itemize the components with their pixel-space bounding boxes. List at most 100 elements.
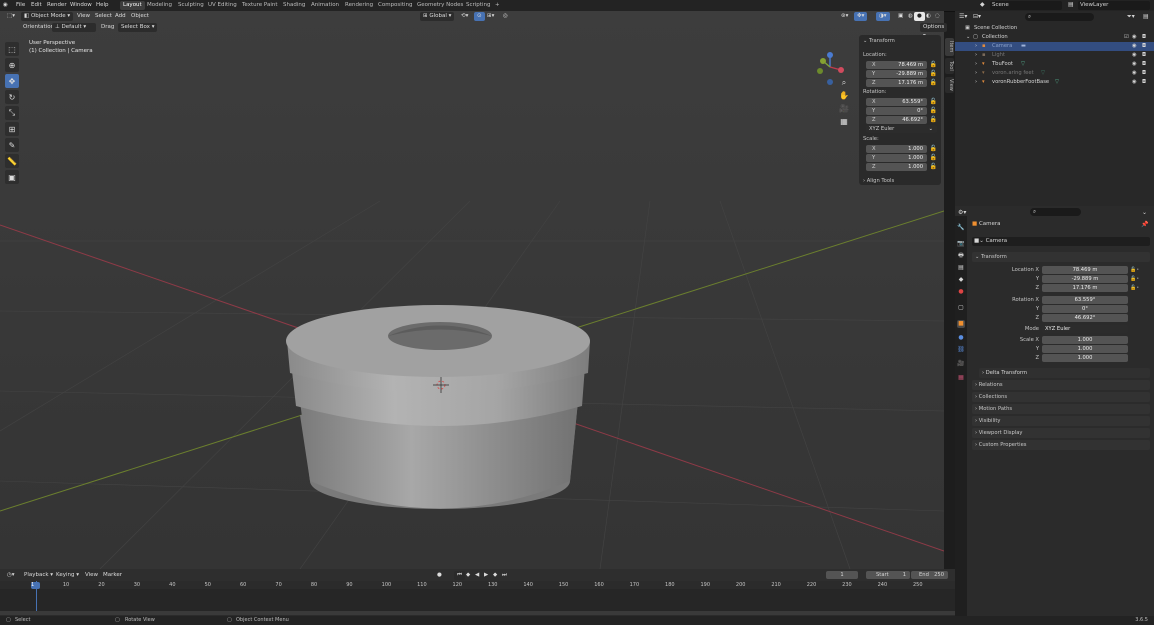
menu-playback[interactable]: Playback ▾ [21, 571, 56, 580]
add-workspace-icon[interactable]: + [492, 1, 503, 10]
relations-panel[interactable]: › Relations [972, 380, 1150, 390]
perspective-toggle-icon[interactable]: ▦ [838, 117, 850, 130]
lock-icon[interactable]: 🔓 [930, 79, 937, 87]
tab-view[interactable]: View [945, 77, 954, 93]
filter-icon[interactable]: ⏷▾ [1127, 13, 1135, 21]
new-collection-icon[interactable]: ▤ [1143, 13, 1149, 20]
pan-hand-icon[interactable]: ✋ [838, 91, 850, 104]
expand-icon[interactable]: › [975, 51, 977, 60]
tab-modeling[interactable]: Modeling [144, 1, 175, 10]
drag-dropdown[interactable]: Select Box ▾ [118, 23, 158, 32]
tab-rendering[interactable]: Rendering [342, 1, 376, 10]
outliner-item-voron-feet[interactable]: › ▾ voron.aring feet ▽ ◉ ◘ [955, 69, 1154, 78]
menu-file[interactable]: File [16, 2, 25, 8]
expand-icon[interactable]: › [975, 60, 977, 69]
eye-icon[interactable]: ◉ [1132, 33, 1137, 42]
camera-render-icon[interactable]: ◘ [1142, 42, 1146, 51]
mode-selector[interactable]: ◧ Object Mode ▾ [21, 12, 74, 21]
object-datablock-field[interactable]: ■⌄ Camera [972, 237, 1150, 246]
prop-value[interactable]: 1.000 [1042, 354, 1128, 362]
3d-viewport[interactable] [0, 11, 944, 569]
expand-icon[interactable]: › [975, 69, 977, 78]
cursor-tool-icon[interactable]: ⊕ [5, 58, 19, 72]
options-dropdown[interactable]: Options ▾ [920, 23, 948, 39]
menu-keying[interactable]: Keying ▾ [53, 571, 82, 580]
camera-render-icon[interactable]: ◘ [1142, 69, 1146, 78]
outliner-collection[interactable]: ⌄ ▢ Collection ☑ ◉ ◘ [955, 33, 1154, 42]
scale-tool-icon[interactable]: ⤡ [5, 106, 19, 120]
lock-icon[interactable]: 🔓 [930, 163, 937, 171]
tab-compositing[interactable]: Compositing [375, 1, 415, 10]
jump-end-icon[interactable]: ⏭ [499, 571, 510, 580]
tab-layout[interactable]: Layout [120, 1, 145, 10]
npanel-rotation-x[interactable]: X 63.559° 🔓 [863, 98, 937, 106]
npanel-rotation-mode[interactable]: XYZ Euler ⌄ [863, 125, 937, 133]
expand-icon[interactable]: › [975, 42, 977, 51]
outliner-search-input[interactable]: ⌕ [1025, 13, 1094, 21]
outliner-scene-collection[interactable]: ▣ Scene Collection [955, 24, 1154, 33]
eye-icon[interactable]: ◉ [1132, 69, 1137, 78]
start-frame-field[interactable]: Start 1 [866, 571, 910, 579]
outliner-item-voron-rubber[interactable]: › ▾ voronRubberFootBase ▽ ◉ ◘ [955, 78, 1154, 87]
texture-tab-icon[interactable]: ▦ [957, 374, 965, 382]
properties-options-icon[interactable]: ⌄ [1142, 209, 1147, 216]
transform-tool-icon[interactable]: ⊞ [5, 122, 19, 136]
menu-view[interactable]: View [74, 12, 93, 21]
eye-icon[interactable]: ◉ [1132, 60, 1137, 69]
timeline-scrollbar[interactable] [0, 611, 955, 615]
transform-panel-header[interactable]: ⌄ Transform [972, 252, 1150, 262]
end-frame-field[interactable]: End 250 [911, 571, 948, 579]
tab-geometry-nodes[interactable]: Geometry Nodes [414, 1, 466, 10]
menu-object[interactable]: Object [128, 12, 152, 21]
npanel-rotation-z[interactable]: Z 46.692° 🔓 [863, 116, 937, 124]
record-icon[interactable]: ● [434, 571, 445, 580]
timeline-editor-icon[interactable]: ◷▾ [4, 571, 18, 580]
outliner-editor-icon[interactable]: ☰▾ [959, 13, 967, 20]
menu-marker[interactable]: Marker [100, 571, 125, 580]
npanel-scale-z[interactable]: Z 1.000 🔓 [863, 163, 937, 171]
lock-icon[interactable]: 🔓 [930, 61, 937, 69]
prop-value[interactable]: -29.889 m [1042, 275, 1128, 283]
npanel-scale-y[interactable]: Y 1.000 🔓 [863, 154, 937, 162]
lock-icon[interactable]: 🔓 [930, 145, 937, 153]
menu-edit[interactable]: Edit [31, 2, 42, 8]
motion-paths-panel[interactable]: › Motion Paths [972, 404, 1150, 414]
properties-search-input[interactable]: ⌕ [1030, 208, 1081, 216]
camera-render-icon[interactable]: ◘ [1142, 78, 1146, 87]
eye-icon[interactable]: ◉ [1132, 78, 1137, 87]
timeline-track[interactable] [0, 589, 955, 611]
lock-icon[interactable]: 🔓 [930, 98, 937, 106]
overlay-toggle-icon[interactable]: ◑▾ [876, 12, 890, 21]
current-frame-field[interactable]: 1 [826, 571, 858, 579]
npanel-rotation-y[interactable]: Y 0° 🔓 [863, 107, 937, 115]
npanel-location-x[interactable]: X 78.469 m 🔓 [863, 61, 937, 69]
tab-uv-editing[interactable]: UV Editing [205, 1, 240, 10]
menu-render[interactable]: Render [47, 2, 67, 8]
outliner-item-camera[interactable]: › ▪ Camera ▬ ◉ ◘ [955, 42, 1154, 51]
expand-icon[interactable]: › [975, 78, 977, 87]
checkbox-icon[interactable]: ☑ [1124, 33, 1129, 42]
tab-item[interactable]: Item [945, 38, 954, 56]
lock-icon[interactable]: 🔓 [930, 116, 937, 124]
zoom-icon[interactable]: ⌕ [838, 78, 850, 91]
mode-dropdown[interactable]: XYZ Euler [1042, 325, 1128, 333]
eye-icon[interactable]: ◉ [1132, 51, 1137, 60]
lock-icon[interactable]: 🔓• [1130, 275, 1139, 284]
annotate-tool-icon[interactable]: ✎ [5, 138, 19, 152]
proportional-edit-icon[interactable]: ◎ [500, 12, 511, 21]
expand-icon[interactable]: ⌄ [966, 33, 970, 42]
viewlayer-selector[interactable]: ViewLayer [1078, 1, 1150, 10]
output-tab-icon[interactable]: 🖶 [957, 252, 965, 260]
editor-type-icon[interactable]: ⬚▾ [4, 12, 18, 21]
viewport-display-panel[interactable]: › Viewport Display [972, 428, 1150, 438]
tab-tool[interactable]: Tool [945, 58, 954, 74]
npanel-scale-x[interactable]: X 1.000 🔓 [863, 145, 937, 153]
render-tab-icon[interactable]: 📷 [957, 240, 965, 248]
scene-selector[interactable]: Scene [990, 1, 1062, 10]
prop-value[interactable]: 0° [1042, 305, 1128, 313]
tool-tab-icon[interactable]: 🔧 [957, 224, 965, 232]
tab-animation[interactable]: Animation [308, 1, 342, 10]
visibility-icon[interactable]: ⊛▾ [838, 12, 851, 21]
lock-icon[interactable]: 🔓• [1130, 284, 1139, 293]
lock-icon[interactable]: 🔓 [930, 107, 937, 115]
